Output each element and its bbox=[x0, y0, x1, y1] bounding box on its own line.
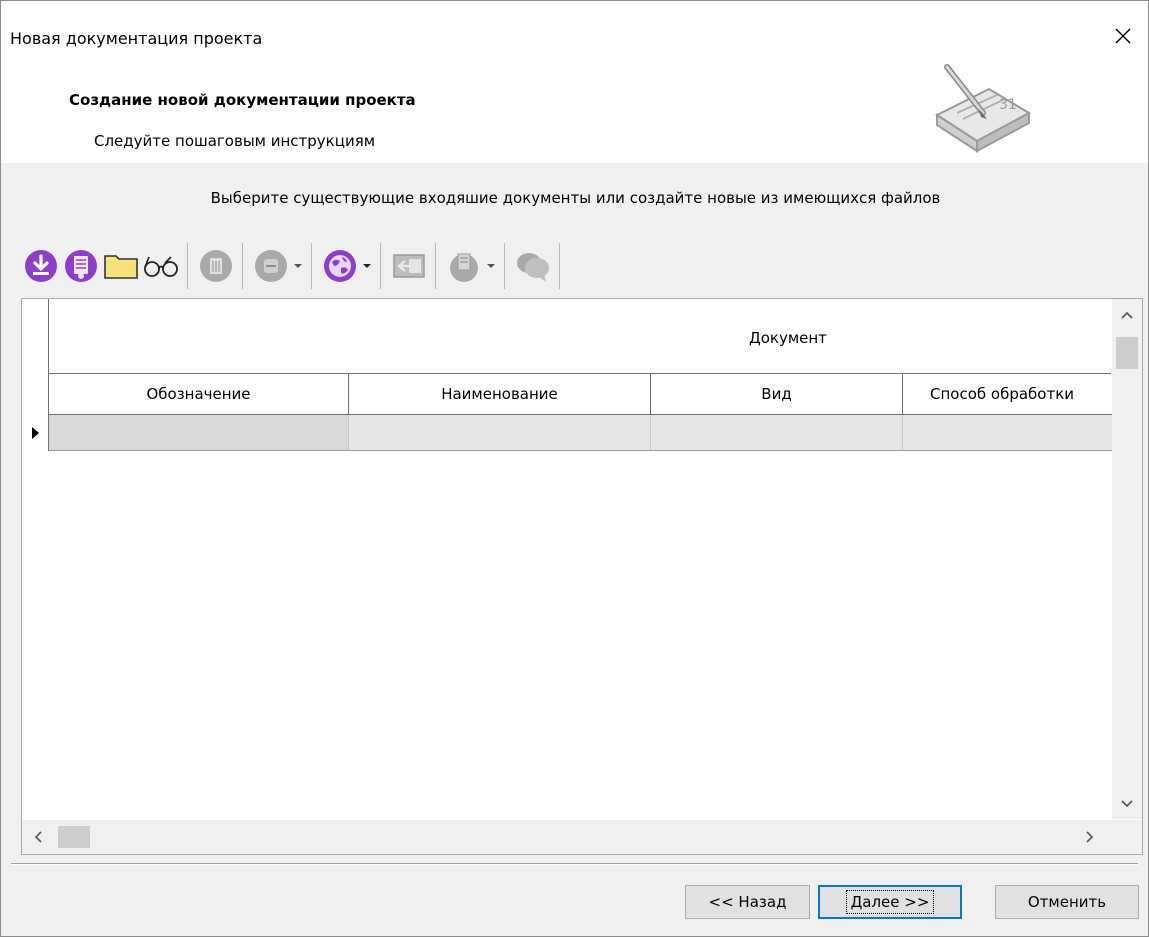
export-dropdown[interactable] bbox=[484, 243, 498, 289]
cell-processing-method[interactable] bbox=[903, 415, 1113, 450]
vertical-scroll-thumb[interactable] bbox=[1116, 337, 1138, 369]
toolbar-separator bbox=[380, 243, 383, 289]
minus-circle-icon bbox=[255, 250, 287, 282]
row-pointer-icon bbox=[32, 426, 39, 439]
web-dropdown[interactable] bbox=[360, 243, 374, 289]
current-row-indicator[interactable] bbox=[22, 415, 48, 450]
svg-text:31: 31 bbox=[999, 97, 1017, 113]
table-row[interactable] bbox=[49, 415, 1113, 451]
import-button[interactable] bbox=[389, 243, 429, 289]
column-header-designation[interactable]: Обозначение bbox=[49, 374, 349, 415]
scroll-up-button[interactable] bbox=[1119, 307, 1135, 323]
documents-grid[interactable]: Документ Обозначение Наименование Вид Сп… bbox=[21, 298, 1143, 855]
globe-icon bbox=[324, 250, 356, 282]
window-title: Новая документация проекта bbox=[10, 29, 263, 48]
import-icon bbox=[393, 254, 425, 278]
view-button[interactable] bbox=[141, 243, 181, 289]
remove-button[interactable] bbox=[251, 243, 291, 289]
toolbar-separator bbox=[435, 243, 438, 289]
toolbar-separator bbox=[187, 243, 190, 289]
cancel-button[interactable]: Отменить bbox=[995, 885, 1139, 919]
close-button[interactable] bbox=[1106, 19, 1140, 53]
close-icon bbox=[1115, 28, 1131, 44]
comments-button[interactable] bbox=[513, 243, 553, 289]
toolbar bbox=[21, 241, 568, 291]
instruction-text: Выберите существующие входяшие документы… bbox=[210, 189, 941, 207]
remove-dropdown[interactable] bbox=[291, 243, 305, 289]
chevron-down-icon bbox=[487, 264, 495, 268]
toolbar-separator bbox=[559, 243, 562, 289]
wizard-window: Новая документация проекта Создание ново… bbox=[0, 0, 1149, 937]
toolbar-separator bbox=[242, 243, 245, 289]
wizard-step-title: Создание новой документации проекта bbox=[69, 91, 416, 109]
group-header-label: Документ bbox=[749, 329, 827, 347]
scroll-right-button[interactable] bbox=[1082, 829, 1098, 845]
vertical-scrollbar[interactable] bbox=[1112, 299, 1142, 819]
back-button[interactable]: << Назад bbox=[685, 885, 810, 919]
wizard-step-subtitle: Следуйте пошаговым инструкциям bbox=[94, 132, 376, 150]
horizontal-scroll-thumb[interactable] bbox=[58, 826, 90, 848]
export-button[interactable] bbox=[444, 243, 484, 289]
glasses-icon bbox=[144, 256, 178, 277]
folder-icon bbox=[104, 255, 138, 279]
folder-button[interactable] bbox=[101, 243, 141, 289]
column-headers: Обозначение Наименование Вид Способ обра… bbox=[49, 374, 1140, 415]
delete-icon bbox=[200, 250, 232, 282]
grid-group-header: Документ bbox=[49, 299, 1111, 374]
delete-button[interactable] bbox=[196, 243, 236, 289]
cell-name[interactable] bbox=[349, 415, 651, 450]
cell-type[interactable] bbox=[651, 415, 903, 450]
chevron-down-icon bbox=[363, 264, 371, 268]
export-icon bbox=[450, 253, 478, 282]
scroll-down-button[interactable] bbox=[1119, 796, 1135, 812]
wizard-header: Создание новой документации проекта След… bbox=[1, 64, 1148, 163]
chevron-down-icon bbox=[294, 264, 302, 268]
download-circle-icon bbox=[25, 250, 57, 282]
toolbar-separator bbox=[504, 243, 507, 289]
chevron-up-icon bbox=[1121, 311, 1133, 319]
chevron-left-icon bbox=[34, 831, 42, 843]
column-header-name[interactable]: Наименование bbox=[349, 374, 651, 415]
chat-icon bbox=[517, 253, 549, 282]
horizontal-scrollbar[interactable] bbox=[22, 820, 1112, 854]
column-header-processing-method[interactable]: Способ обработки bbox=[903, 374, 1140, 415]
next-button[interactable]: Далее >> bbox=[818, 885, 962, 919]
scroll-left-button[interactable] bbox=[30, 829, 46, 845]
footer-divider bbox=[11, 863, 1138, 865]
toolbar-separator bbox=[311, 243, 314, 289]
scrollbar-corner bbox=[1112, 820, 1142, 854]
chevron-down-icon bbox=[1121, 800, 1133, 808]
document-purple-icon bbox=[65, 250, 97, 282]
cell-designation[interactable] bbox=[49, 415, 349, 450]
web-button[interactable] bbox=[320, 243, 360, 289]
notepad-pencil-icon: 31 bbox=[934, 64, 1032, 153]
download-button[interactable] bbox=[21, 243, 61, 289]
column-header-type[interactable]: Вид bbox=[651, 374, 903, 415]
document-button[interactable] bbox=[61, 243, 101, 289]
chevron-right-icon bbox=[1086, 831, 1094, 843]
